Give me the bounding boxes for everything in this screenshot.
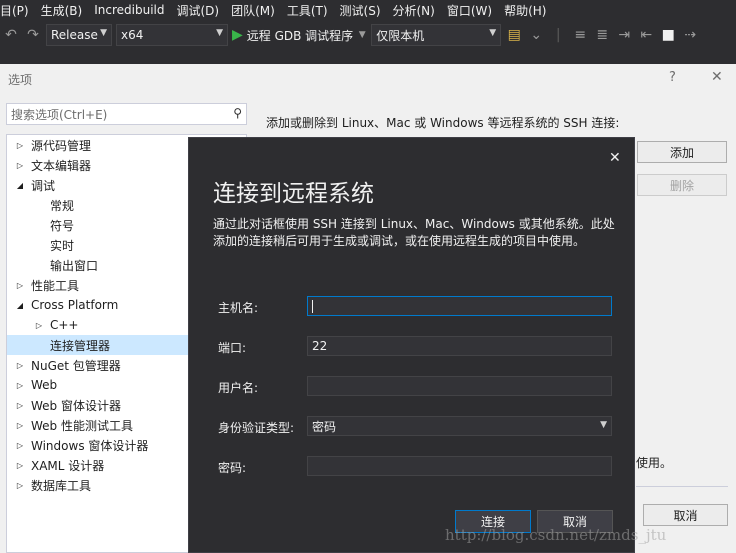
menu-item[interactable]: 工具(T) xyxy=(287,2,336,19)
password-input[interactable] xyxy=(307,456,612,476)
tree-item-label: 符号 xyxy=(50,218,75,233)
menu-item[interactable]: 帮助(H) xyxy=(504,2,554,19)
tree-item-label: 常规 xyxy=(50,198,75,213)
tree-item-label: 输出窗口 xyxy=(50,258,99,273)
tree-item-label: 文本编辑器 xyxy=(31,158,92,173)
platform-combo[interactable]: x64 ▼ xyxy=(116,24,228,46)
tree-item-label: 实时 xyxy=(50,238,75,253)
configuration-value: Release xyxy=(51,28,98,42)
menu-item[interactable]: 生成(B) xyxy=(41,2,91,19)
search-placeholder: 搜索选项(Ctrl+E) xyxy=(11,107,108,122)
tree-item-label: Cross Platform xyxy=(31,298,119,312)
chevron-down-icon[interactable]: ▼ xyxy=(357,30,367,40)
chevron-down-icon: ▼ xyxy=(216,28,223,38)
tree-item-label: C++ xyxy=(50,318,79,332)
chevron-down-icon: ▼ xyxy=(489,28,497,38)
menu-item[interactable]: Incredibuild xyxy=(94,3,172,17)
options-title: 选项 xyxy=(8,73,33,87)
menu-item[interactable]: 窗口(W) xyxy=(447,2,500,19)
separator: | xyxy=(555,27,561,43)
dialog-description: 通过此对话框使用 SSH 连接到 Linux、Mac、Windows 或其他系统… xyxy=(213,217,615,248)
find-icon[interactable]: ▤ xyxy=(505,27,523,43)
collapsed-icon[interactable]: ▷ xyxy=(15,401,25,410)
port-input[interactable]: 22 xyxy=(307,336,612,356)
redo-icon[interactable]: ↷ xyxy=(24,27,42,43)
collapsed-icon[interactable]: ▷ xyxy=(15,421,25,430)
tree-item-label: XAML 设计器 xyxy=(31,458,105,473)
collapsed-icon[interactable]: ▷ xyxy=(15,141,25,150)
description-fragment: 使用。 xyxy=(636,456,673,470)
auth-type-select[interactable]: 密码 ▼ xyxy=(307,416,612,436)
add-button[interactable]: 添加 xyxy=(637,141,727,163)
auth-type-label: 身份验证类型: xyxy=(218,421,295,435)
close-icon[interactable]: ✕ xyxy=(711,69,723,85)
chevron-down-icon: ▼ xyxy=(100,28,107,38)
editor-strip xyxy=(0,50,736,64)
tree-item-label: NuGet 包管理器 xyxy=(31,358,121,373)
tree-item-label: Windows 窗体设计器 xyxy=(31,438,149,453)
collapsed-icon[interactable]: ▷ xyxy=(15,481,25,490)
username-input[interactable] xyxy=(307,376,612,396)
configuration-combo[interactable]: Release ▼ xyxy=(46,24,112,46)
host-input[interactable] xyxy=(307,296,612,316)
connect-dialog: ✕ 连接到远程系统 通过此对话框使用 SSH 连接到 Linux、Mac、Win… xyxy=(188,137,635,553)
port-label: 端口: xyxy=(218,341,247,355)
menu-item[interactable]: 分析(N) xyxy=(393,2,443,19)
expanded-icon[interactable]: ◢ xyxy=(15,181,25,190)
undo-icon[interactable]: ↶ xyxy=(2,27,20,43)
close-icon[interactable]: ✕ xyxy=(609,150,621,166)
target-combo[interactable]: 仅限本机 ▼ xyxy=(371,24,502,46)
collapsed-icon[interactable]: ▷ xyxy=(34,321,44,330)
collapsed-icon[interactable]: ▷ xyxy=(15,441,25,450)
platform-value: x64 xyxy=(121,28,144,42)
divider xyxy=(636,486,728,487)
uncomment-icon[interactable]: ≣ xyxy=(593,27,611,43)
tree-item-label: Web 性能测试工具 xyxy=(31,418,133,433)
options-cancel-button[interactable]: 取消 xyxy=(643,504,728,526)
menu-item[interactable]: 调试(D) xyxy=(176,2,227,19)
bookmark-icon[interactable]: ■ xyxy=(659,27,677,43)
username-label: 用户名: xyxy=(218,381,259,395)
chevron-down-icon: ▼ xyxy=(600,420,607,430)
target-value: 仅限本机 xyxy=(376,28,425,43)
tree-item-label: 数据库工具 xyxy=(31,478,92,493)
help-icon[interactable]: ? xyxy=(669,70,676,85)
collapsed-icon[interactable]: ▷ xyxy=(15,381,25,390)
tree-item-label: 性能工具 xyxy=(31,278,80,293)
debugger-label[interactable]: 远程 GDB 调试程序 xyxy=(247,27,353,44)
tree-item-label: 连接管理器 xyxy=(50,338,111,353)
host-label: 主机名: xyxy=(218,301,259,315)
tree-item-label: Web 窗体设计器 xyxy=(31,398,121,413)
port-value: 22 xyxy=(312,339,328,353)
menu-item[interactable]: 团队(M) xyxy=(231,2,283,19)
search-icon[interactable]: ⚲ xyxy=(233,106,242,120)
indent-icon[interactable]: ⇥ xyxy=(615,27,633,43)
collapsed-icon[interactable]: ▷ xyxy=(15,361,25,370)
collapsed-icon[interactable]: ▷ xyxy=(15,461,25,470)
collapsed-icon[interactable]: ▷ xyxy=(15,161,25,170)
ssh-description: 添加或删除到 Linux、Mac 或 Windows 等远程系统的 SSH 连接… xyxy=(266,116,620,130)
step-icon[interactable]: ⌄ xyxy=(527,27,545,43)
collapsed-icon[interactable]: ▷ xyxy=(15,281,25,290)
watermark: http://blog.csdn.net/zmds_jtu xyxy=(445,526,667,544)
menu-item[interactable]: 目(P) xyxy=(0,2,37,19)
tree-item-label: Web xyxy=(31,378,58,392)
menu-item[interactable]: 测试(S) xyxy=(340,2,389,19)
outdent-icon[interactable]: ⇤ xyxy=(637,27,655,43)
comment-icon[interactable]: ≡ xyxy=(571,27,589,43)
start-debug-icon[interactable]: ▶ xyxy=(232,27,243,43)
next-bookmark-icon[interactable]: ⇢ xyxy=(681,27,699,43)
expanded-icon[interactable]: ◢ xyxy=(15,301,25,310)
menu-bar: 目(P) 生成(B) Incredibuild 调试(D) 团队(M) 工具(T) 测试(S… xyxy=(0,0,736,20)
dialog-title: 连接到远程系统 xyxy=(213,181,374,207)
toolbar: ↶ ↷ Release ▼ x64 ▼ ▶ 远程 GDB 调试程序 ▼ 仅限本机… xyxy=(0,20,736,50)
options-search-input[interactable]: 搜索选项(Ctrl+E) ⚲ xyxy=(6,103,247,125)
tree-item-label: 源代码管理 xyxy=(31,138,92,153)
auth-type-value: 密码 xyxy=(312,419,337,434)
text-caret xyxy=(312,299,313,313)
remove-button[interactable]: 删除 xyxy=(637,174,727,196)
tree-item-label: 调试 xyxy=(31,178,56,193)
password-label: 密码: xyxy=(218,461,247,475)
